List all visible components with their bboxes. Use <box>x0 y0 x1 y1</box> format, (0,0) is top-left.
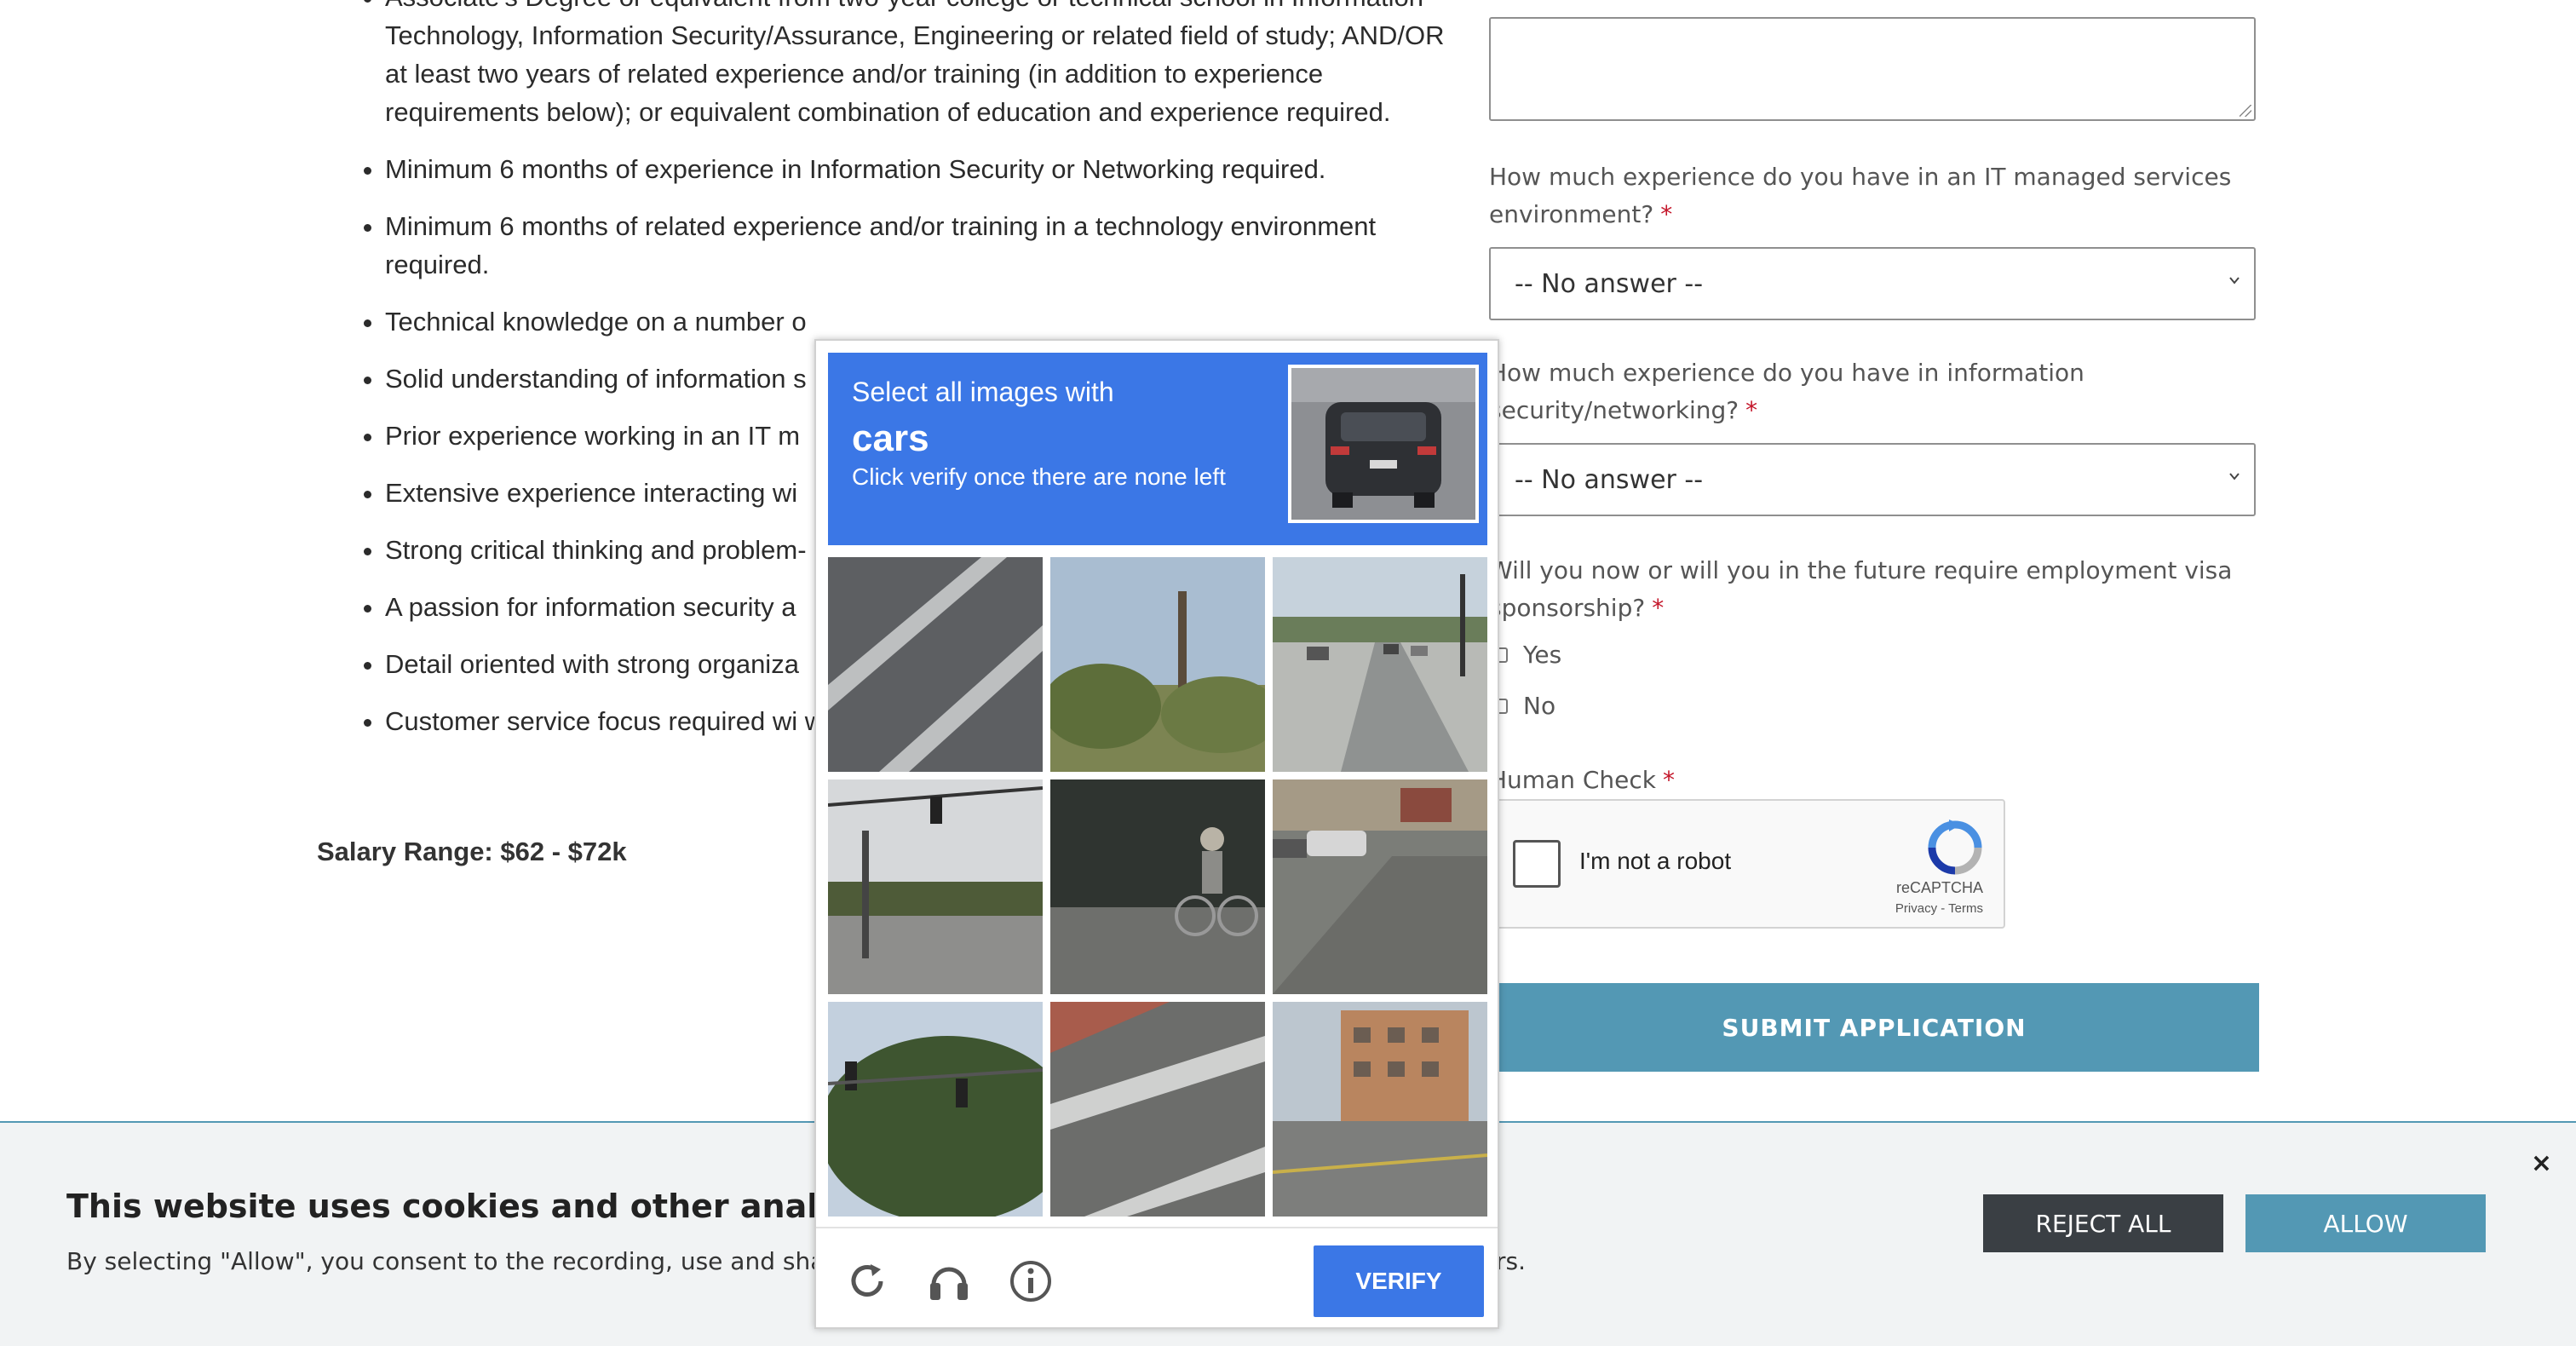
challenge-header: Select all images with cars Click verify… <box>828 353 1487 545</box>
chevron-down-icon <box>2229 473 2240 480</box>
required-mark: * <box>1660 200 1673 228</box>
info-icon[interactable] <box>1007 1257 1055 1305</box>
captcha-tile-parked-cars[interactable] <box>1273 779 1487 994</box>
recaptcha-label: I'm not a robot <box>1579 848 1732 874</box>
reload-icon[interactable] <box>843 1257 891 1305</box>
challenge-footer: VERIFY <box>816 1227 1498 1329</box>
captcha-tile-tree-signal[interactable] <box>828 1002 1043 1217</box>
resize-handle[interactable] <box>2240 105 2251 117</box>
challenge-subinstruction: Click verify once there are none left <box>852 463 1226 490</box>
submit-application-button[interactable]: SUBMIT APPLICATION <box>1489 983 2259 1072</box>
recaptcha-widget: I'm not a robot reCAPTCHA Privacy - Term… <box>1489 799 2005 929</box>
human-check-label: Human Check * <box>1489 766 1676 794</box>
salary-range: Salary Range: $62 - $72k <box>317 837 627 866</box>
question-infosec-networking-label: How much experience do you have in infor… <box>1489 359 2084 424</box>
requirement-item: Associate's Degree or equivalent from tw… <box>385 0 1458 131</box>
cookie-text: By selecting "Allow", you consent to the… <box>66 1247 872 1275</box>
close-icon[interactable]: × <box>2531 1148 2552 1178</box>
captcha-tile-street-cars[interactable] <box>1273 557 1487 772</box>
captcha-tile-traffic-light[interactable] <box>828 779 1043 994</box>
visa-option-no[interactable]: No <box>1492 692 1555 720</box>
cookie-text-tail: rs. <box>1496 1247 1526 1275</box>
recaptcha-privacy-terms-link[interactable]: Privacy - Terms <box>1895 901 1983 916</box>
challenge-image-grid <box>828 557 1487 1217</box>
not-a-robot-checkbox[interactable] <box>1513 840 1561 888</box>
option-label: No <box>1523 692 1556 720</box>
verify-button[interactable]: VERIFY <box>1314 1245 1484 1317</box>
required-mark: * <box>1663 766 1676 794</box>
captcha-tile-hotel-road[interactable] <box>1273 1002 1487 1217</box>
infosec-networking-select[interactable]: -- No answer -- <box>1489 443 2256 516</box>
option-label: Yes <box>1523 641 1562 669</box>
it-managed-services-select[interactable]: -- No answer -- <box>1489 247 2256 320</box>
sample-car-image <box>1288 365 1479 523</box>
chevron-down-icon <box>2229 277 2240 285</box>
requirement-item: Minimum 6 months of related experience a… <box>385 207 1458 284</box>
captcha-tile-cyclist[interactable] <box>1050 779 1265 994</box>
recaptcha-brand: reCAPTCHA <box>1895 879 1983 896</box>
answer-textarea[interactable] <box>1489 17 2256 121</box>
requirement-item: Technical knowledge on a number o <box>385 302 1458 341</box>
select-value: -- No answer -- <box>1515 464 1704 495</box>
visa-option-yes[interactable]: Yes <box>1492 641 1561 669</box>
required-mark: * <box>1745 396 1758 424</box>
question-it-managed-services-label: How much experience do you have in an IT… <box>1489 163 2232 228</box>
captcha-tile-trees[interactable] <box>1050 557 1265 772</box>
captcha-tile-road-lines[interactable] <box>828 557 1043 772</box>
requirement-item: Minimum 6 months of experience in Inform… <box>385 150 1458 188</box>
audio-challenge-icon[interactable] <box>925 1257 973 1305</box>
captcha-challenge-dialog: Select all images with cars Click verify… <box>814 339 1499 1329</box>
required-mark: * <box>1652 594 1665 622</box>
allow-button[interactable]: ALLOW <box>2245 1194 2486 1252</box>
challenge-instruction: Select all images with <box>852 377 1114 407</box>
captcha-tile-crosswalk[interactable] <box>1050 1002 1265 1217</box>
question-visa-sponsorship-label: Will you now or will you in the future r… <box>1489 556 2233 622</box>
select-value: -- No answer -- <box>1515 268 1704 299</box>
recaptcha-logo-icon <box>1928 820 1982 875</box>
challenge-target: cars <box>852 417 929 459</box>
reject-all-button[interactable]: REJECT ALL <box>1983 1194 2223 1252</box>
